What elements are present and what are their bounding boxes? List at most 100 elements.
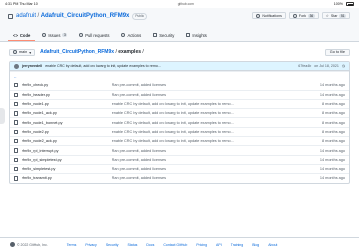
file-name-link[interactable]: rfm9x_node1_bonnet.py bbox=[22, 121, 112, 125]
file-commit-message-link[interactable]: enable CRC by default, add crc kwarg to … bbox=[112, 102, 301, 106]
commit-author-link[interactable]: jerryneedell bbox=[22, 64, 42, 68]
play-icon bbox=[121, 33, 126, 37]
commit-message-link[interactable]: enable CRC by default, add crc kwarg to … bbox=[45, 64, 161, 68]
tab-security[interactable]: Security bbox=[148, 30, 179, 41]
star-button[interactable]: ☆ Star 51 bbox=[321, 12, 350, 19]
file-row[interactable]: rfm9x_transmit.py Ran pre-commit, added l… bbox=[10, 173, 349, 182]
file-commit-message-link[interactable]: Ran pre-commit, added licenses bbox=[112, 93, 301, 97]
status-time: 4:31 PM bbox=[5, 2, 19, 6]
file-commit-message-link[interactable]: enable CRC by default, add crc kwarg to … bbox=[112, 111, 301, 115]
file-commit-message-link[interactable]: Ran pre-commit, added licenses bbox=[112, 149, 301, 153]
repo-name-link[interactable]: Adafruit_CircuitPython_RFM9x bbox=[41, 13, 130, 19]
file-row[interactable]: rfm9x_rpi_interrupt.py Ran pre-commit, ad… bbox=[10, 145, 349, 154]
footer-link-docs[interactable]: Docs bbox=[146, 243, 154, 247]
footer-link-terms[interactable]: Terms bbox=[67, 243, 77, 247]
tab-label: Security bbox=[159, 32, 175, 38]
go-to-file-button[interactable]: Go to file bbox=[324, 48, 350, 56]
tab-insights[interactable]: Insights bbox=[181, 30, 211, 41]
file-row[interactable]: rfm9x_simpletest.py Ran pre-commit, added… bbox=[10, 163, 349, 173]
graph-icon bbox=[186, 33, 191, 37]
tab-label: Insights bbox=[192, 32, 207, 38]
file-name-link[interactable]: rfm9x_rpi_interrupt.py bbox=[22, 149, 112, 153]
address-bar-url[interactable]: github.com bbox=[178, 2, 194, 6]
footer-link-status[interactable]: Status bbox=[127, 243, 137, 247]
history-icon[interactable]: ◷ bbox=[342, 64, 345, 68]
file-commit-date: 14 months ago bbox=[319, 157, 345, 162]
file-icon bbox=[14, 120, 18, 125]
file-row[interactable]: rfm9x_node1_bonnet.py enable CRC by defau… bbox=[10, 117, 349, 126]
fork-button[interactable]: Fork 36 bbox=[288, 12, 319, 19]
file-row[interactable]: rfm9x_check.py Ran pre-commit, added lice… bbox=[10, 80, 349, 89]
file-commit-message-link[interactable]: enable CRC by default, add crc kwarg to … bbox=[112, 121, 301, 125]
file-icon bbox=[14, 139, 18, 144]
battery-percent: 100% bbox=[333, 2, 343, 6]
file-commit-date: 14 months ago bbox=[319, 82, 345, 87]
file-row[interactable]: rfm9x_node2_ack.py enable CRC by default,… bbox=[10, 136, 349, 145]
file-icon bbox=[14, 129, 18, 135]
file-name-link[interactable]: rfm9x_rpi_simpletest.py bbox=[22, 158, 112, 162]
star-count: 51 bbox=[339, 13, 346, 18]
code-icon: <> bbox=[13, 32, 18, 38]
file-name-link[interactable]: rfm9x_node1_ack.py bbox=[22, 111, 112, 115]
star-label: Star bbox=[330, 13, 338, 18]
parent-dir-row[interactable]: .. bbox=[10, 71, 349, 80]
bell-icon bbox=[256, 13, 261, 18]
side-handle[interactable] bbox=[0, 108, 5, 124]
tab-actions[interactable]: Actions bbox=[116, 30, 146, 41]
file-icon bbox=[14, 148, 18, 153]
file-name-link[interactable]: rfm9x_node2_ack.py bbox=[22, 139, 112, 143]
breadcrumb-repo-link[interactable]: Adafruit_CircuitPython_RFM9x bbox=[40, 49, 114, 55]
file-commit-message-link[interactable]: Ran pre-commit, added licenses bbox=[112, 158, 301, 162]
main-content: main ▾ Adafruit_CircuitPython_RFM9x / ex… bbox=[0, 42, 359, 184]
avatar[interactable] bbox=[14, 63, 19, 69]
tab-pull-requests[interactable]: Pull requests bbox=[74, 30, 114, 41]
notifications-button[interactable]: Notifications bbox=[252, 12, 286, 19]
repo-actions: Notifications Fork 36 ☆ Star 51 bbox=[252, 12, 350, 19]
footer-link-pricing[interactable]: Pricing bbox=[196, 243, 207, 247]
file-commit-message-link[interactable]: enable CRC by default, add crc kwarg to … bbox=[112, 130, 301, 134]
file-icon bbox=[14, 157, 18, 163]
commit-sha-link[interactable]: 67fea4b bbox=[298, 64, 311, 68]
file-name-link[interactable]: rfm9x_node2.py bbox=[22, 130, 112, 134]
file-commit-message-link[interactable]: Ran pre-commit, added licenses bbox=[112, 167, 301, 171]
footer-link-training[interactable]: Training bbox=[231, 243, 244, 247]
file-commit-date: 8 months ago bbox=[321, 129, 345, 134]
file-navigation: main ▾ Adafruit_CircuitPython_RFM9x / ex… bbox=[9, 47, 350, 57]
fork-count: 36 bbox=[308, 13, 315, 18]
status-indicators: 100% bbox=[334, 2, 354, 6]
issues-count: 3 bbox=[62, 33, 68, 37]
file-commit-message-link[interactable]: Ran pre-commit, added licenses bbox=[112, 176, 301, 180]
file-name-link[interactable]: rfm9x_simpletest.py bbox=[22, 167, 112, 171]
footer-link-contact[interactable]: Contact GitHub bbox=[163, 243, 187, 247]
file-row[interactable]: rfm9x_header.py Ran pre-commit, added lic… bbox=[10, 89, 349, 99]
file-row[interactable]: rfm9x_rpi_simpletest.py Ran pre-commit, a… bbox=[10, 154, 349, 164]
file-commit-date: 14 months ago bbox=[319, 167, 345, 172]
file-commit-message-link[interactable]: enable CRC by default, add crc kwarg to … bbox=[112, 139, 301, 143]
footer-link-blog[interactable]: Blog bbox=[252, 243, 259, 247]
repo-owner-link[interactable]: adafruit bbox=[16, 13, 36, 19]
file-row[interactable]: rfm9x_node1_ack.py enable CRC by default,… bbox=[10, 108, 349, 117]
footer-link-security[interactable]: Security bbox=[106, 243, 119, 247]
file-commit-date: 14 months ago bbox=[319, 176, 345, 181]
file-row[interactable]: rfm9x_node1.py enable CRC by default, add… bbox=[10, 98, 349, 108]
tab-issues[interactable]: Issues 3 bbox=[37, 30, 72, 41]
file-row[interactable]: rfm9x_node2.py enable CRC by default, add… bbox=[10, 126, 349, 136]
latest-commit-bar: jerryneedell enable CRC by default, add … bbox=[10, 62, 349, 71]
parent-dir-link[interactable]: .. bbox=[14, 74, 17, 79]
status-time-date: 4:31 PM Thu Mar 10 bbox=[5, 2, 38, 6]
tab-label: Issues bbox=[48, 32, 61, 38]
tab-code[interactable]: <> Code bbox=[8, 30, 36, 41]
footer-link-privacy[interactable]: Privacy bbox=[85, 243, 96, 247]
branch-name: main bbox=[19, 50, 28, 54]
github-logo-icon bbox=[10, 242, 15, 247]
file-name-link[interactable]: rfm9x_node1.py bbox=[22, 102, 112, 106]
footer-link-about[interactable]: About bbox=[268, 243, 277, 247]
pull-request-icon bbox=[79, 33, 84, 37]
footer-link-api[interactable]: API bbox=[216, 243, 222, 247]
branch-select-button[interactable]: main ▾ bbox=[9, 48, 36, 56]
file-icon bbox=[14, 176, 18, 181]
file-name-link[interactable]: rfm9x_check.py bbox=[22, 83, 112, 87]
file-commit-message-link[interactable]: Ran pre-commit, added licenses bbox=[112, 83, 301, 87]
file-name-link[interactable]: rfm9x_transmit.py bbox=[22, 176, 112, 180]
file-name-link[interactable]: rfm9x_header.py bbox=[22, 93, 112, 97]
